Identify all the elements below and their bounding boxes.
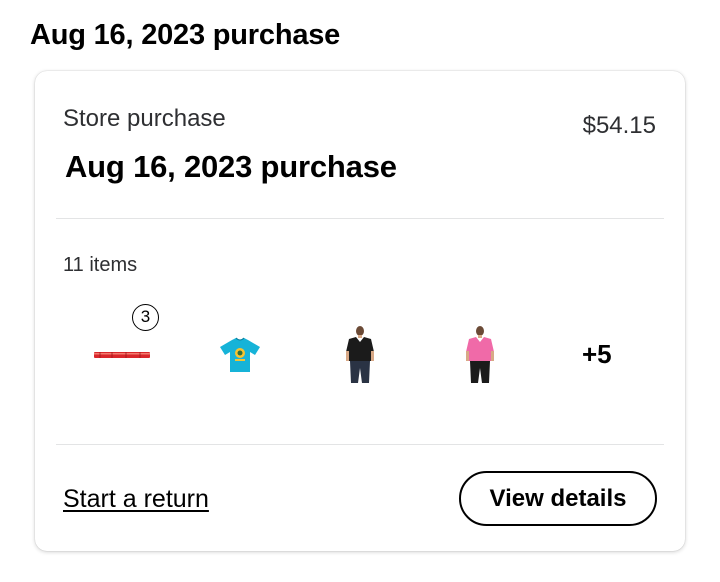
more-items-count[interactable]: +5 [582, 339, 612, 369]
start-return-link[interactable]: Start a return [63, 484, 209, 514]
item-thumbnail-4[interactable] [445, 325, 515, 385]
items-count: 11 items [63, 254, 138, 276]
black-vneck-tshirt-icon [346, 326, 374, 383]
divider [56, 444, 664, 445]
purchase-type-label: Store purchase [63, 105, 226, 132]
quantity-badge: 3 [132, 304, 159, 331]
red-licorice-stick-icon [94, 352, 150, 358]
item-thumbnail-1[interactable] [87, 325, 157, 385]
purchase-title: Aug 16, 2023 purchase [65, 149, 397, 184]
pink-vneck-tshirt-icon [466, 326, 494, 383]
divider [56, 218, 664, 219]
order-card: Store purchase $54.15 Aug 16, 2023 purch… [35, 71, 685, 551]
purchase-total: $54.15 [582, 112, 656, 139]
item-thumbnail-2[interactable] [205, 325, 275, 385]
blue-graphic-tshirt-icon [220, 337, 260, 372]
view-details-button[interactable]: View details [459, 471, 657, 526]
page-heading: Aug 16, 2023 purchase [30, 19, 341, 51]
item-thumbnail-3[interactable] [325, 325, 395, 385]
